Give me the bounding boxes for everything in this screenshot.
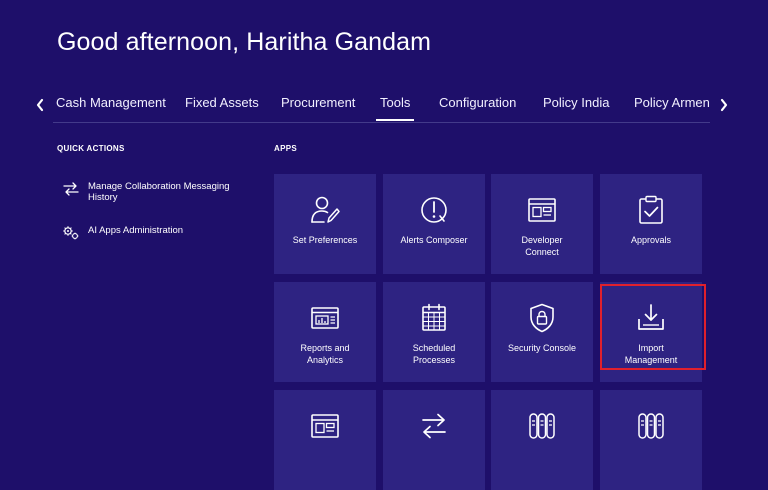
server-rack-icon (529, 413, 555, 439)
dashboard-window-icon (311, 414, 339, 438)
app-tile-row3-2[interactable] (383, 390, 485, 490)
tab-bar: Cash Management Fixed Assets Procurement… (53, 88, 710, 122)
app-tile-label: Developer Connect (521, 235, 563, 257)
tabs-scroll-right-button[interactable] (717, 95, 731, 115)
app-tile-label: Security Console (507, 343, 577, 353)
app-tile-row3-1[interactable] (274, 390, 376, 490)
app-tile-label: Scheduled Processes (412, 343, 456, 365)
page-greeting: Good afternoon, Haritha Gandam (57, 28, 432, 56)
dashboard-window-icon (528, 198, 556, 222)
app-tile-set-preferences[interactable]: Set Preferences (274, 174, 376, 274)
app-tile-row3-4[interactable] (600, 390, 702, 490)
app-tile-label: Set Preferences (292, 235, 358, 245)
app-tile-row3-3[interactable] (491, 390, 593, 490)
tab-policy-armenia[interactable]: Policy Armenia (634, 95, 710, 110)
chevron-right-icon (720, 98, 728, 112)
tab-cash-management[interactable]: Cash Management (56, 95, 166, 110)
tab-policy-india[interactable]: Policy India (543, 95, 609, 110)
swap-arrows-icon (63, 182, 79, 196)
tabs-scroll-left-button[interactable] (33, 95, 47, 115)
tab-fixed-assets[interactable]: Fixed Assets (185, 95, 259, 110)
app-tile-import-management[interactable]: Import Management (600, 282, 702, 382)
quick-action-manage-collaboration-messaging-history[interactable]: Manage Collaboration Messaging History (62, 181, 238, 203)
quick-action-label: Manage Collaboration Messaging History (88, 181, 230, 203)
app-tile-label: Import Management (624, 343, 678, 365)
chevron-left-icon (36, 98, 44, 112)
user-edit-icon (311, 196, 340, 223)
report-chart-icon (311, 307, 339, 329)
server-rack-icon (638, 413, 664, 439)
calendar-grid-icon (422, 303, 446, 331)
apps-heading: APPS (274, 144, 297, 153)
app-tile-developer-connect[interactable]: Developer Connect (491, 174, 593, 274)
gears-icon (63, 226, 79, 240)
tab-procurement[interactable]: Procurement (281, 95, 355, 110)
app-tile-scheduled-processes[interactable]: Scheduled Processes (383, 282, 485, 382)
app-tile-label: Approvals (630, 235, 672, 245)
clipboard-check-icon (639, 195, 663, 224)
app-tile-label: Reports and Analytics (300, 343, 350, 365)
download-tray-icon (638, 304, 664, 330)
app-tile-label: Alerts Composer (400, 235, 468, 245)
swap-arrows-icon (422, 413, 446, 439)
quick-action-label: AI Apps Administration (88, 225, 184, 236)
tab-configuration[interactable]: Configuration (439, 95, 516, 110)
alert-clock-icon (421, 197, 447, 223)
shield-lock-icon (530, 303, 554, 333)
quick-actions-heading: QUICK ACTIONS (57, 144, 125, 153)
app-tile-reports-and-analytics[interactable]: Reports and Analytics (274, 282, 376, 382)
app-tile-alerts-composer[interactable]: Alerts Composer (383, 174, 485, 274)
app-tile-security-console[interactable]: Security Console (491, 282, 593, 382)
tab-tools[interactable]: Tools (375, 95, 415, 121)
quick-action-ai-apps-administration[interactable]: AI Apps Administration (62, 225, 238, 241)
app-tile-approvals[interactable]: Approvals (600, 174, 702, 274)
tab-bar-divider (53, 122, 710, 123)
